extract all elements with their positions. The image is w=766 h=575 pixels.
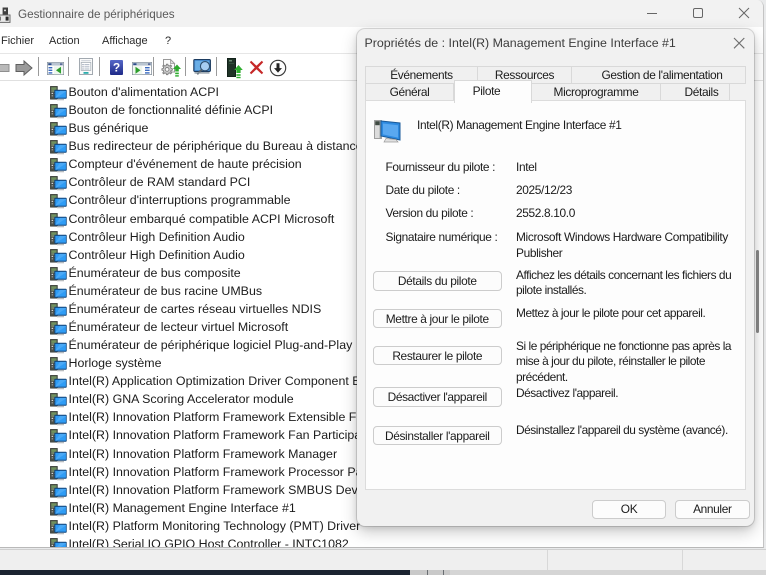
- svg-text:?: ?: [112, 60, 119, 74]
